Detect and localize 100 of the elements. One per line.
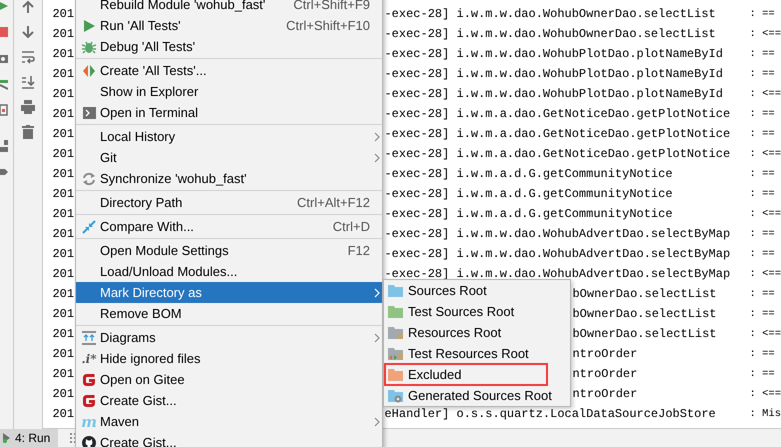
menu-item[interactable]: Create Gist...	[76, 432, 382, 447]
log-date: 201	[52, 387, 74, 401]
folder-icon	[388, 304, 404, 318]
log-marker: : ==	[749, 168, 776, 180]
log-line: -exec-28] i.w.m.w.dao.WohubAdvertDao.selectByMap	[384, 267, 730, 281]
menu-item[interactable]: Debug 'All Tests'	[76, 36, 382, 57]
log-line: -exec-28] i.w.m.a.d.G.getCommunityNotice	[384, 187, 673, 201]
log-marker: : Mis	[749, 408, 781, 420]
camera-icon[interactable]	[0, 52, 8, 64]
menu-item[interactable]: Excluded	[384, 364, 570, 385]
menu-item[interactable]: .i* Hide ignored files	[76, 348, 382, 369]
menu-item[interactable]: Show in Explorer	[76, 81, 382, 102]
layout-icon[interactable]	[0, 140, 8, 152]
log-line: -exec-28] i.w.m.w.dao.WohubAdvertDao.selectByMap	[384, 247, 730, 261]
log-line: ntroOrder	[572, 387, 638, 401]
log-line: bOwnerDao.selectList	[572, 307, 717, 321]
log-date: 201	[52, 227, 74, 241]
log-date: 201	[52, 167, 74, 181]
log-marker: : ==	[749, 248, 776, 260]
log-line: -exec-28] i.w.m.w.dao.WohubPlotDao.plotNameById	[384, 87, 723, 101]
menu-item[interactable]: Open Module Settings F12	[76, 240, 382, 261]
log-marker: : ==	[749, 188, 776, 200]
terminal-icon	[82, 106, 96, 118]
log-line: -exec-28] i.w.m.w.dao.WohubOwnerDao.selectList	[384, 27, 716, 41]
log-marker: : <==	[749, 28, 781, 40]
menu-item[interactable]: Sources Root	[384, 280, 570, 301]
chevron-icon	[374, 332, 380, 342]
menu-item[interactable]: Local History	[76, 126, 382, 147]
menu-item[interactable]: Create 'All Tests'...	[76, 60, 382, 81]
log-line: -exec-28] i.w.m.a.dao.GetNoticeDao.getPlotNotice	[384, 127, 730, 141]
log-date: 201	[52, 107, 74, 121]
log-date: 201	[52, 327, 74, 341]
menu-item[interactable]: Generated Sources Root	[384, 385, 570, 406]
menu-item[interactable]: Test Resources Root	[384, 343, 570, 364]
menu-item[interactable]: Open in Terminal	[76, 102, 382, 123]
log-line: -exec-28] i.w.m.w.dao.WohubPlotDao.plotNameById	[384, 67, 723, 81]
log-date: 201	[52, 7, 74, 21]
log-line: bOwnerDao.selectList	[572, 287, 717, 301]
log-date: 201	[52, 147, 74, 161]
bug-icon	[82, 40, 96, 54]
chevron-icon	[374, 132, 380, 142]
chevron-icon	[374, 416, 380, 426]
menu-item[interactable]: Test Sources Root	[384, 301, 570, 322]
log-line: -exec-28] i.w.m.a.dao.GetNoticeDao.getPlotNotice	[384, 147, 730, 161]
up-arrow-icon[interactable]	[21, 0, 36, 14]
menu-item[interactable]: Open on Gitee	[76, 369, 382, 390]
menu-item[interactable]: Compare With... Ctrl+D	[76, 216, 382, 237]
compare-icon	[82, 220, 96, 234]
log-line: -exec-28] i.w.m.a.dao.GetNoticeDao.getPlotNotice	[384, 107, 730, 121]
gitee-icon	[82, 394, 96, 408]
log-marker: : <==	[749, 268, 781, 280]
menu-item[interactable]: Remove BOM	[76, 303, 382, 324]
log-marker: : ==	[749, 348, 776, 360]
stop-icon[interactable]	[0, 26, 8, 38]
menu-item[interactable]: Resources Root	[384, 322, 570, 343]
folder-icon	[388, 326, 404, 340]
menu-item[interactable]: Diagrams	[76, 327, 382, 348]
diagram-icon	[82, 330, 96, 344]
menu-item[interactable]: Run 'All Tests' Ctrl+Shift+F10	[76, 15, 382, 36]
log-date: 201	[52, 307, 74, 321]
log-date: 201	[52, 87, 74, 101]
chevron-icon	[374, 288, 380, 298]
log-marker: : ==	[749, 128, 776, 140]
wrap-icon[interactable]	[21, 50, 36, 64]
log-line: -exec-28] i.w.m.a.d.G.getCommunityNotice	[384, 207, 673, 221]
menu-item[interactable]: Mark Directory as	[76, 282, 382, 303]
log-date: 201	[52, 267, 74, 281]
log-marker: : ==	[749, 48, 776, 60]
menu-item[interactable]: Git	[76, 147, 382, 168]
menu-item[interactable]: Directory Path Ctrl+Alt+F12	[76, 192, 382, 213]
octocat-icon	[82, 436, 96, 447]
log-marker: : ==	[749, 68, 776, 80]
log-marker: : ==	[749, 228, 776, 240]
trash-icon[interactable]	[21, 125, 36, 139]
print-icon[interactable]	[21, 100, 36, 114]
log-line: ntroOrder	[572, 367, 638, 381]
menu-item[interactable]: Create Gist...	[76, 390, 382, 411]
diamond-icon	[83, 64, 95, 76]
log-date: 201	[52, 207, 74, 221]
log-date: 201	[52, 347, 74, 361]
log-date: 201	[52, 127, 74, 141]
run-tab[interactable]: 4: Run	[0, 429, 58, 447]
log-marker: : ==	[749, 108, 776, 120]
log-marker: : <==	[749, 388, 781, 400]
down-arrow-icon[interactable]	[21, 25, 36, 39]
arrow-icon[interactable]	[0, 0, 8, 12]
menu-item[interactable]: Synchronize 'wohub_fast'	[76, 168, 382, 189]
log-date: 201	[52, 27, 74, 41]
log-marker: : ==	[749, 288, 776, 300]
chevron-icon	[374, 152, 380, 162]
folder-icon	[388, 284, 404, 298]
menu-item[interactable]: Load/Unload Modules...	[76, 261, 382, 282]
run-icon	[3, 433, 11, 443]
log-date: 201	[52, 67, 74, 81]
log-line: -exec-28] i.w.m.w.dao.WohubOwnerDao.selectList	[384, 7, 716, 21]
log-date: 201	[52, 47, 74, 61]
log-marker: : ==	[749, 368, 776, 380]
menu-item[interactable]: m Maven	[76, 411, 382, 432]
scroll-end-icon[interactable]	[21, 75, 36, 89]
log-line: bOwnerDao.selectList	[572, 327, 717, 341]
